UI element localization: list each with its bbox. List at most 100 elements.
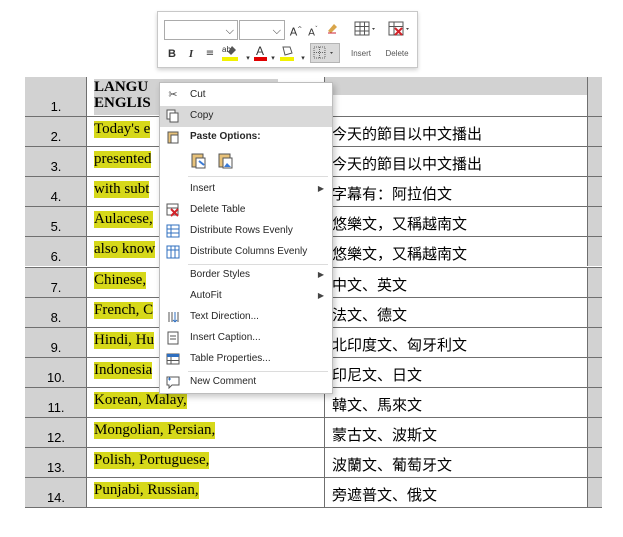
end-cell [587,147,602,177]
end-cell [587,117,602,147]
row-number-cell[interactable]: 5. [25,207,87,237]
chinese-cell[interactable]: 波蘭文、葡萄牙文 [325,448,587,478]
copy-icon [166,109,180,123]
chinese-cell[interactable]: 法文、德文 [325,297,587,327]
caption-icon [166,331,180,345]
chinese-text: 悠樂文，又稱越南文 [332,215,468,234]
row-number-cell[interactable]: 1. [25,77,87,116]
menu-item-delete-table[interactable]: Delete Table [160,200,332,221]
chinese-text: 字幕有：阿拉伯文 [332,185,453,204]
font-name-combo[interactable]: ⌵ [164,20,238,40]
english-text: French, C [94,301,154,319]
row-number: 11. [47,399,65,415]
submenu-arrow-icon: ▶ [317,270,324,279]
mini-toolbar: ⌵ ⌵ A^ Aˇ B I ≡ ab ▾ A ▾ ▾ Insert Delete [157,11,418,68]
end-cell [587,297,602,327]
svg-text:A: A [256,44,264,58]
row-number-cell[interactable]: 7. [25,267,87,297]
english-cell[interactable]: Polish, Portuguese, [88,448,325,478]
english-cell[interactable]: Punjabi, Russian, [88,478,325,508]
clear-formatting-button[interactable] [324,21,340,39]
comment-icon [166,375,180,390]
chinese-cell[interactable]: 北印度文、匈牙利文 [325,327,587,357]
menu-item-label: Text Direction... [190,311,259,322]
english-text: Polish, Portuguese, [94,452,210,470]
chinese-text: 印尼文、日文 [332,365,423,384]
chinese-cell[interactable]: 韓文、馬來文 [325,387,587,417]
chinese-header-cell[interactable] [325,77,587,95]
scissors-icon: ✂ [168,88,178,101]
english-text: Today's e [94,121,151,138]
menu-item-insert[interactable]: Insert ▶ [160,179,332,200]
font-size-combo[interactable]: ⌵ [239,20,285,40]
row-number-cell[interactable]: 14. [25,478,87,508]
font-color-dropdown[interactable]: ▾ [269,49,277,67]
menu-item-text-direction[interactable]: Text Direction... [160,307,332,328]
chinese-cell[interactable]: 今天的節目以中文播出 [325,147,587,177]
chinese-cell[interactable]: 悠樂文，又稱越南文 [325,237,587,267]
row-number-cell[interactable]: 10. [25,357,87,387]
menu-item-label: Border Styles [190,269,251,280]
shrink-font-button[interactable]: Aˇ [306,21,320,39]
menu-item-table-properties[interactable]: Table Properties... [160,349,332,370]
row-number-cell[interactable]: 6. [25,237,87,267]
row-number-cell[interactable]: 9. [25,327,87,357]
insert-table-button[interactable] [352,20,380,38]
menu-item-cut[interactable]: ✂ Cut [160,85,332,106]
menu-item-distribute-rows[interactable]: Distribute Rows Evenly [160,221,332,242]
table-row: 12. Mongolian, Persian, 蒙古文、波斯文 [25,418,602,448]
borders-button[interactable] [310,43,340,63]
english-text: Indonesia [94,361,153,379]
paste-keep-formatting-icon[interactable] [190,152,208,170]
menu-separator [188,176,328,177]
delete-label[interactable]: Delete [383,45,411,63]
menu-item-distribute-columns[interactable]: Distribute Columns Evenly [160,242,332,263]
row-number-cell[interactable]: 2. [25,117,87,147]
menu-item-label: Table Properties... [190,353,271,364]
menu-item-border-styles[interactable]: Border Styles ▶ [160,265,332,286]
chinese-cell[interactable]: 蒙古文、波斯文 [325,418,587,448]
chinese-cell[interactable]: 印尼文、日文 [325,357,587,387]
shading-dropdown[interactable]: ▾ [299,49,307,67]
grow-font-button[interactable]: A^ [289,21,303,39]
context-menu: ✂ Cut Copy Paste Options: Insert ▶ Delet… [159,82,333,394]
row-number-cell[interactable]: 12. [25,418,87,448]
row-number: 12. [46,430,66,446]
row-number-cell[interactable]: 8. [25,297,87,327]
chinese-cell[interactable]: 中文、英文 [325,267,587,297]
text-direction-icon [166,310,180,324]
highlight-button[interactable]: ab [220,43,242,61]
row-number-cell[interactable]: 11. [25,387,87,417]
row-number: 1. [50,99,62,114]
bold-button[interactable]: B [166,45,178,63]
chevron-down-icon: ⌵ [272,24,281,37]
paste-picture-icon[interactable] [217,152,235,170]
italic-button[interactable]: I [185,45,197,63]
shading-button[interactable] [279,43,297,61]
menu-item-insert-caption[interactable]: Insert Caption... [160,328,332,349]
row-number-cell[interactable]: 13. [25,448,87,478]
chinese-cell[interactable]: 今天的節目以中文播出 [325,117,587,147]
chinese-cell[interactable]: 旁遮普文、俄文 [325,478,587,508]
highlight-dropdown[interactable]: ▾ [244,49,252,67]
end-cell [587,207,602,237]
english-text: with subt [94,181,150,199]
menu-item-autofit[interactable]: AutoFit ▶ [160,286,332,307]
row-number-cell[interactable]: 4. [25,177,87,207]
chinese-cell[interactable]: 悠樂文，又稱越南文 [325,207,587,237]
chinese-cell[interactable]: 字幕有：阿拉伯文 [325,177,587,207]
row-number: 10. [46,369,66,385]
delete-table-button[interactable] [386,20,414,38]
font-color-icon: A [254,44,267,61]
english-cell[interactable]: Mongolian, Persian, [88,418,325,448]
insert-label[interactable]: Insert [348,45,374,63]
end-cell [587,478,602,508]
menu-item-copy[interactable]: Copy [160,106,332,127]
english-text: presented [94,151,152,169]
menu-item-new-comment[interactable]: New Comment [160,372,332,393]
row-number-cell[interactable]: 3. [25,147,87,177]
menu-item-label: AutoFit [190,290,222,301]
row-number: 7. [50,279,62,295]
font-color-button[interactable]: A [254,43,268,61]
center-align-button[interactable]: ≡ [203,45,217,63]
